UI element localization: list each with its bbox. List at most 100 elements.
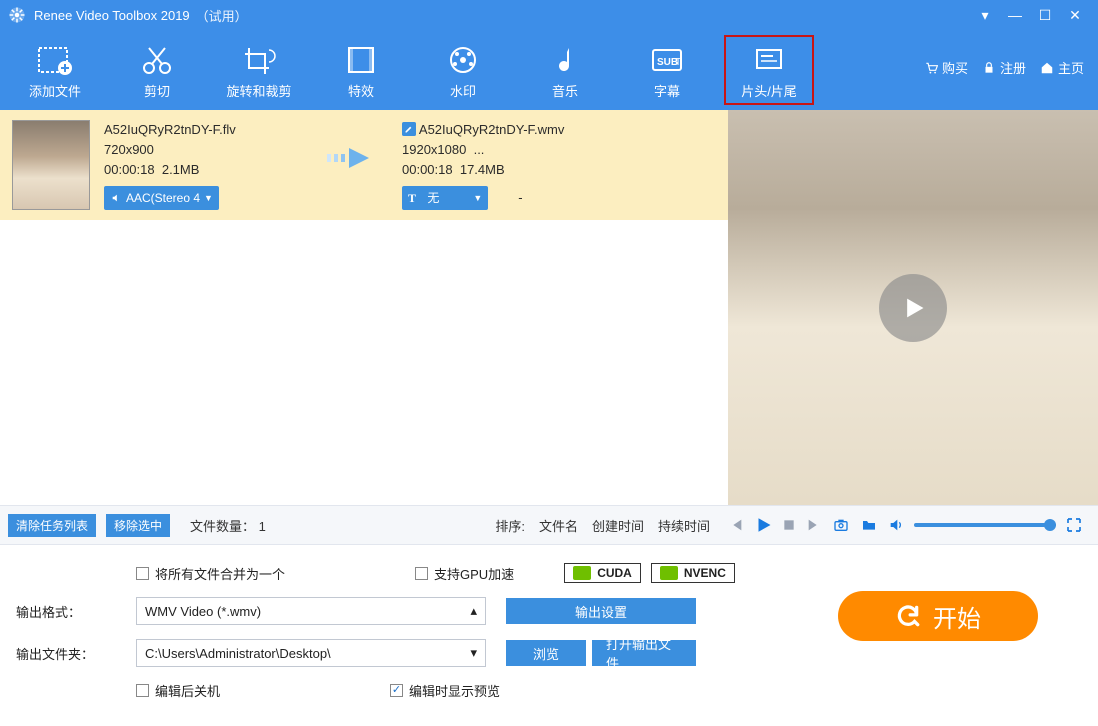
tool-intro-outro[interactable]: 片头/片尾	[724, 35, 814, 105]
tool-effects[interactable]: 特效	[316, 35, 406, 105]
playback-controls	[720, 516, 1090, 534]
tool-subtitle[interactable]: SUBT 字幕	[622, 35, 712, 105]
next-button[interactable]	[806, 517, 822, 533]
open-output-button[interactable]: 打开输出文件	[592, 640, 696, 666]
dest-dash: -	[518, 188, 522, 208]
open-folder-button[interactable]	[860, 517, 878, 533]
tool-watermark[interactable]: 水印	[418, 35, 508, 105]
svg-text:T: T	[675, 57, 681, 68]
dir-select[interactable]: C:\Users\Administrator\Desktop\▾	[136, 639, 486, 667]
output-settings-button[interactable]: 输出设置	[506, 598, 696, 624]
sort-by-name[interactable]: 文件名	[539, 516, 578, 535]
nvidia-icon	[573, 566, 591, 580]
file-list: A52IuQRyR2tnDY-F.flv 720x900 00:00:18 2.…	[0, 110, 728, 505]
format-select[interactable]: WMV Video (*.wmv)▴	[136, 597, 486, 625]
tool-music[interactable]: 音乐	[520, 35, 610, 105]
chevron-up-icon: ▴	[470, 603, 477, 619]
speaker-icon	[110, 193, 122, 203]
tool-label: 水印	[450, 81, 476, 100]
title-card-icon	[751, 41, 787, 79]
close-button[interactable]: ✕	[1060, 7, 1090, 24]
maximize-button[interactable]: ☐	[1030, 7, 1060, 24]
dest-size: 17.4MB	[460, 162, 505, 177]
dest-filename: A52IuQRyR2tnDY-F.wmv	[419, 122, 564, 137]
app-logo-icon	[8, 6, 26, 24]
file-row[interactable]: A52IuQRyR2tnDY-F.flv 720x900 00:00:18 2.…	[0, 110, 728, 220]
cart-icon	[924, 61, 938, 75]
nvenc-badge[interactable]: NVENC	[651, 563, 735, 583]
start-button[interactable]: 开始	[838, 591, 1038, 641]
cuda-badge[interactable]: CUDA	[564, 563, 641, 583]
tool-label: 特效	[348, 81, 374, 100]
sort-by-duration[interactable]: 持续时间	[658, 516, 710, 535]
source-info: A52IuQRyR2tnDY-F.flv 720x900 00:00:18 2.…	[104, 120, 304, 210]
home-link[interactable]: 主页	[1040, 58, 1084, 77]
tool-label: 添加文件	[29, 81, 81, 100]
snapshot-button[interactable]	[832, 517, 850, 533]
prev-button[interactable]	[728, 517, 744, 533]
sort-by-created[interactable]: 创建时间	[592, 516, 644, 535]
preview-panel	[728, 110, 1098, 505]
file-count-label: 文件数量：	[190, 519, 255, 534]
add-file-icon	[37, 41, 73, 79]
tool-cut[interactable]: 剪切	[112, 35, 202, 105]
video-preview[interactable]	[728, 110, 1098, 505]
file-count-value: 1	[259, 519, 266, 534]
volume-slider[interactable]	[914, 523, 1056, 527]
subtitle-icon: SUBT	[649, 41, 685, 79]
home-icon	[1040, 61, 1054, 75]
tool-label: 音乐	[552, 81, 578, 100]
subtitle-dropdown[interactable]: T 无▼	[402, 186, 488, 210]
register-link[interactable]: 注册	[982, 58, 1026, 77]
lock-icon	[982, 61, 996, 75]
settings-panel: 将所有文件合并为一个 支持GPU加速 CUDA NVENC 输出格式： WMV …	[0, 545, 1098, 726]
app-title: Renee Video Toolbox 2019	[34, 8, 190, 23]
dropdown-icon[interactable]: ▾	[970, 7, 1000, 24]
dir-label: 输出文件夹：	[16, 644, 136, 663]
shutdown-checkbox[interactable]: 编辑后关机	[136, 681, 220, 700]
main-toolbar: 添加文件 剪切 旋转和裁剪 特效 水印 音乐 SUBT 字幕 片头/片尾 购买 …	[0, 30, 1098, 110]
refresh-icon	[895, 603, 921, 629]
audio-dropdown[interactable]: AAC(Stereo 4▼	[104, 186, 219, 210]
dest-info: A52IuQRyR2tnDY-F.wmv 1920x1080 ... 00:00…	[402, 120, 602, 210]
gpu-checkbox[interactable]: 支持GPU加速	[415, 564, 514, 583]
merge-checkbox[interactable]: 将所有文件合并为一个	[136, 564, 285, 583]
tool-rotate-crop[interactable]: 旋转和裁剪	[214, 35, 304, 105]
work-area: A52IuQRyR2tnDY-F.flv 720x900 00:00:18 2.…	[0, 110, 1098, 505]
file-thumbnail	[12, 120, 90, 210]
dest-ellipsis: ...	[474, 142, 485, 157]
volume-button[interactable]	[888, 517, 904, 533]
edit-icon[interactable]	[402, 122, 416, 136]
trial-label: （试用）	[196, 6, 248, 25]
play-overlay-button[interactable]	[879, 274, 947, 342]
tool-label: 旋转和裁剪	[226, 81, 291, 100]
dest-duration: 00:00:18	[402, 162, 453, 177]
buy-link[interactable]: 购买	[924, 58, 968, 77]
tool-label: 片头/片尾	[741, 81, 797, 100]
preview-checkbox[interactable]: 编辑时显示预览	[390, 681, 500, 700]
sort-label: 排序:	[495, 516, 525, 535]
format-label: 输出格式：	[16, 602, 136, 621]
list-control-bar: 清除任务列表 移除选中 文件数量： 1 排序: 文件名 创建时间 持续时间	[0, 505, 1098, 545]
tool-label: 字幕	[654, 81, 680, 100]
chevron-down-icon: ▾	[470, 645, 477, 661]
stop-button[interactable]	[782, 518, 796, 532]
source-filename: A52IuQRyR2tnDY-F.flv	[104, 120, 304, 140]
convert-arrow-icon	[318, 144, 388, 172]
remove-selected-button[interactable]: 移除选中	[106, 514, 170, 537]
fullscreen-button[interactable]	[1066, 517, 1082, 533]
play-button[interactable]	[754, 516, 772, 534]
tool-add-file[interactable]: 添加文件	[10, 35, 100, 105]
sort-group: 排序: 文件名 创建时间 持续时间	[495, 516, 710, 535]
source-duration: 00:00:18	[104, 162, 155, 177]
clear-list-button[interactable]: 清除任务列表	[8, 514, 96, 537]
watermark-icon	[445, 41, 481, 79]
source-resolution: 720x900	[104, 140, 304, 160]
crop-icon	[241, 41, 277, 79]
toolbar-right-links: 购买 注册 主页	[924, 58, 1084, 77]
scissors-icon	[139, 41, 175, 79]
minimize-button[interactable]: —	[1000, 7, 1030, 23]
browse-button[interactable]: 浏览	[506, 640, 586, 666]
dest-resolution: 1920x1080	[402, 142, 466, 157]
title-bar: Renee Video Toolbox 2019 （试用） ▾ — ☐ ✕	[0, 0, 1098, 30]
